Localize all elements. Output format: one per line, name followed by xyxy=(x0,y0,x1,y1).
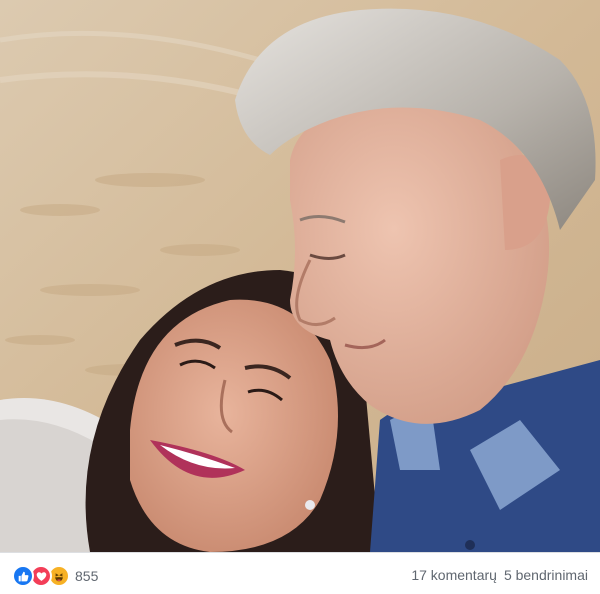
comments-count-link[interactable]: 17 komentarų xyxy=(411,565,497,585)
reactions-summary[interactable]: 855 xyxy=(12,565,98,587)
like-icon xyxy=(12,565,34,587)
post-footer: 855 17 komentarų 5 bendrinimai xyxy=(0,553,600,594)
shares-count-link[interactable]: 5 bendrinimai xyxy=(504,565,588,585)
reaction-count[interactable]: 855 xyxy=(75,566,98,586)
post-stats: 17 komentarų 5 bendrinimai xyxy=(411,565,588,585)
post-photo[interactable] xyxy=(0,0,600,552)
stats-separator xyxy=(497,565,504,585)
